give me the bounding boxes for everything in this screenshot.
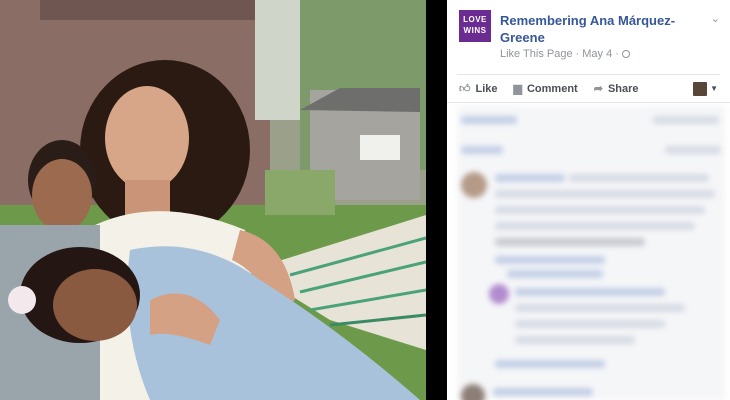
share-button[interactable]: ➦ Share <box>593 82 639 96</box>
post-header-text: Remembering Ana Márquez-Greene Like This… <box>500 10 711 60</box>
blurred-block <box>507 270 603 278</box>
blurred-block <box>495 206 705 214</box>
share-arrow-icon: ➦ <box>593 83 603 95</box>
post-as-selector[interactable]: ▼ <box>693 81 718 96</box>
blurred-avatar <box>461 384 485 400</box>
like-button[interactable]: 👍︎ Like <box>459 82 498 96</box>
share-label: Share <box>607 82 639 95</box>
page-name-link[interactable]: Remembering Ana Márquez-Greene <box>500 12 711 46</box>
thumbs-up-icon: 👍︎ <box>459 83 471 95</box>
blurred-block <box>569 174 709 182</box>
post-sidebar: LOVE WINS Remembering Ana Márquez-Greene… <box>447 0 730 400</box>
blurred-block <box>665 146 721 154</box>
comment-button[interactable]: ▆ Comment <box>513 82 578 96</box>
caret-down-icon: ▼ <box>710 84 718 93</box>
photo-image <box>0 0 426 400</box>
chevron-down-icon[interactable]: ⌄ <box>711 12 720 25</box>
photo[interactable] <box>0 0 426 400</box>
blurred-comments-area <box>457 106 725 400</box>
comment-label: Comment <box>526 82 578 95</box>
post-header: LOVE WINS Remembering Ana Márquez-Greene… <box>447 0 730 74</box>
blurred-block <box>515 288 665 296</box>
user-avatar <box>693 81 708 96</box>
blurred-block <box>461 116 517 124</box>
blurred-block <box>515 336 635 344</box>
globe-icon <box>621 50 630 58</box>
comment-icon: ▆ <box>513 83 522 95</box>
blurred-avatar <box>461 172 487 198</box>
page-avatar[interactable]: LOVE WINS <box>459 10 491 42</box>
blurred-block <box>515 304 685 312</box>
post-date-link[interactable]: May 4 <box>582 48 612 60</box>
blurred-block <box>461 146 503 154</box>
blurred-block <box>495 360 605 368</box>
blurred-block <box>493 388 593 396</box>
viewer-gutter <box>426 0 447 400</box>
blurred-block <box>495 174 565 182</box>
blurred-block <box>495 190 715 198</box>
blurred-block <box>495 256 605 264</box>
action-bar: 👍︎ Like ▆ Comment ➦ Share ▼ <box>447 75 730 103</box>
blurred-block <box>653 116 719 124</box>
like-page-link[interactable]: Like This Page <box>500 48 573 60</box>
blurred-avatar <box>489 284 509 304</box>
blurred-block <box>515 320 665 328</box>
blurred-block <box>495 222 695 230</box>
photo-viewer: LOVE WINS Remembering Ana Márquez-Greene… <box>0 0 730 400</box>
blurred-block <box>495 238 645 246</box>
like-label: Like <box>475 82 498 95</box>
post-meta: Like This Page · May 4 · <box>500 48 711 60</box>
meta-separator: · <box>575 48 580 60</box>
meta-separator-2: · <box>615 48 619 60</box>
